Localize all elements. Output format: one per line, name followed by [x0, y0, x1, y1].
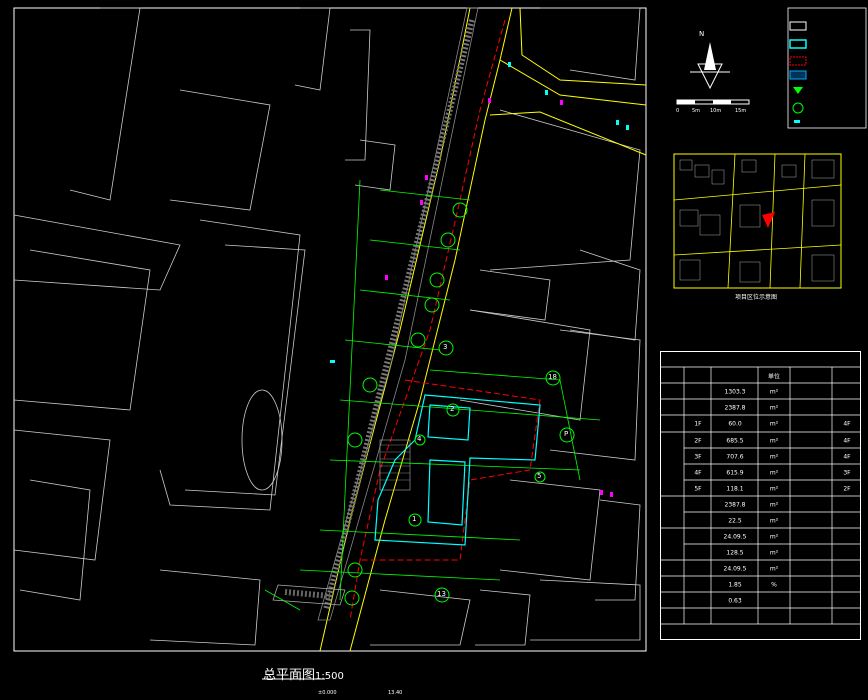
- scale-label-0: 0: [676, 108, 680, 114]
- drawing-title-text: 总平面图: [263, 668, 316, 683]
- cell-r3-unit: m²: [769, 437, 779, 445]
- cell-r13-value: 0.63: [728, 597, 742, 605]
- cell-r8-value: 22.5: [728, 517, 742, 525]
- scale-label-15: 15m: [735, 108, 747, 114]
- cell-r2-value: 60.0: [728, 420, 742, 428]
- marker-3: 3: [443, 343, 448, 351]
- legend-swatches: [789, 21, 807, 123]
- cell-r5-value: 615.9: [726, 469, 744, 477]
- cell-r6-unit: m²: [769, 485, 779, 493]
- cell-r9-value: 24.09.5: [723, 533, 747, 541]
- footer-elevation: ±0.000: [318, 690, 337, 696]
- cell-r12-value: 1.85: [728, 581, 742, 589]
- drawing-frame: [13, 7, 647, 652]
- cell-r6-floor: 5F: [694, 485, 702, 493]
- cell-r2-note: 4F: [843, 420, 851, 428]
- marker-13: 13: [437, 590, 446, 598]
- scale-label-5: 5m: [692, 108, 701, 114]
- main-road: [319, 7, 647, 652]
- cell-r6-note: 2F: [843, 485, 851, 493]
- cell-r2-unit: m²: [769, 420, 779, 428]
- north-arrow-icon: [690, 42, 730, 90]
- cell-r7-unit: m²: [769, 501, 779, 509]
- legend-frame: [787, 7, 867, 129]
- col-header-unit: 单位: [767, 373, 781, 381]
- economic-indicator-table: 单位 1303.3 m² 2387.8 m² 1F 60.0 m² 4F 2F …: [660, 351, 861, 640]
- oval-feature: [241, 389, 283, 491]
- parking-marker: P: [564, 430, 569, 438]
- marker-1: 1: [412, 515, 417, 523]
- cell-r9-unit: m²: [769, 533, 779, 541]
- stair-hatch: [379, 439, 411, 491]
- cell-r0-unit: m²: [769, 388, 779, 396]
- cell-r4-unit: m²: [769, 453, 779, 461]
- cell-r0-value: 1303.3: [724, 388, 746, 396]
- cell-r3-floor: 2F: [694, 437, 702, 445]
- cell-r2-floor: 1F: [694, 420, 702, 428]
- cell-r4-value: 707.6: [726, 453, 744, 461]
- table-grid: [660, 366, 861, 625]
- cell-r8-unit: m²: [769, 517, 779, 525]
- cell-r11-unit: m²: [769, 565, 779, 573]
- green-dimension-lines: [264, 179, 601, 611]
- cell-r3-value: 685.5: [726, 437, 744, 445]
- cell-r6-value: 118.1: [726, 485, 744, 493]
- surrounding-buildings: [13, 7, 641, 646]
- cell-r4-note: 4F: [843, 453, 851, 461]
- cell-r10-value: 128.5: [726, 549, 744, 557]
- drawing-title: 总平面图1:500: [263, 664, 344, 683]
- cell-r5-note: 3F: [843, 469, 851, 477]
- marker-5: 5: [537, 472, 542, 480]
- cell-r12-unit: %: [771, 581, 777, 589]
- cell-r5-floor: 4F: [694, 469, 702, 477]
- median-strip: [317, 7, 479, 621]
- marker-18: 18: [548, 373, 557, 381]
- cell-r5-unit: m²: [769, 469, 779, 477]
- cyan-markers: [330, 62, 629, 363]
- cell-r3-note: 4F: [843, 437, 851, 445]
- cell-r1-unit: m²: [769, 404, 779, 412]
- marker-4: 4: [417, 435, 422, 443]
- cell-r4-floor: 3F: [694, 453, 702, 461]
- cell-r1-value: 2387.8: [724, 404, 746, 412]
- marker-2: 2: [450, 405, 455, 413]
- minimap-caption: 项目区位示意图: [735, 294, 778, 301]
- location-minimap: [673, 153, 842, 289]
- cell-r7-value: 2387.8: [724, 501, 746, 509]
- drawing-scale: 1:500: [315, 671, 344, 682]
- cell-r11-value: 24.09.5: [723, 565, 747, 573]
- footer-height: 13.40: [388, 690, 403, 696]
- cell-r10-unit: m²: [769, 549, 779, 557]
- scale-bar: [676, 99, 750, 105]
- scale-label-10: 10m: [710, 108, 722, 114]
- north-label: N: [699, 30, 705, 38]
